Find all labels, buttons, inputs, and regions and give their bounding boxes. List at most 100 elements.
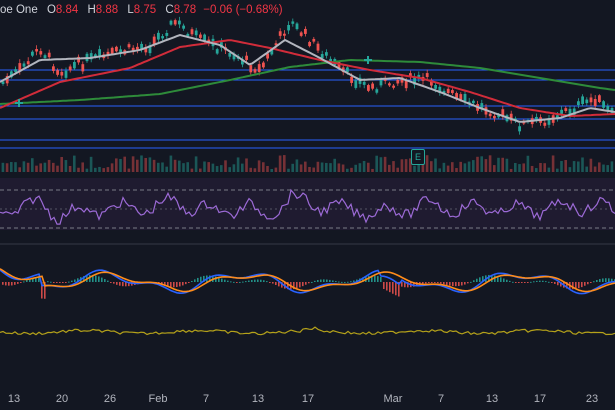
volume-bar [518, 164, 521, 172]
histogram-bar [260, 279, 262, 282]
volume-bar [346, 168, 349, 172]
histogram-bar [113, 282, 115, 284]
volume-bar [438, 168, 441, 172]
candle-body [287, 25, 290, 31]
histogram-bar [98, 276, 100, 282]
candle-body [598, 95, 601, 103]
volume-bar [425, 155, 429, 172]
volume-bar [35, 165, 38, 172]
histogram-bar [254, 279, 256, 282]
histogram-bar [65, 282, 67, 283]
volume-bar [451, 162, 454, 172]
histogram-bar [479, 277, 481, 282]
volume-bar [207, 162, 210, 172]
volume-bar [568, 167, 572, 172]
histogram-bar [344, 281, 346, 283]
volume-bar [329, 163, 332, 172]
histogram-bar [296, 282, 298, 289]
histogram-bar [53, 282, 55, 283]
volume-bar [522, 163, 525, 172]
candle-body [299, 32, 303, 36]
volume-bar [308, 166, 311, 172]
histogram-bar [434, 282, 436, 283]
histogram-bar [17, 282, 19, 284]
candle-body [434, 84, 437, 89]
volume-bar [610, 161, 614, 172]
candle-body [26, 61, 30, 65]
histogram-bar [437, 282, 439, 284]
volume-bar [224, 160, 227, 172]
histogram-bar [374, 275, 376, 282]
histogram-bar [440, 282, 442, 284]
volume-bar [295, 159, 299, 172]
histogram-bar [263, 280, 265, 282]
histogram-bar [545, 281, 547, 283]
volume-bar [22, 161, 26, 172]
histogram-bar [221, 278, 223, 282]
histogram-bar [2, 282, 4, 285]
volume-bar [388, 164, 391, 172]
volume-bar [371, 168, 374, 172]
volume-bar [236, 157, 240, 172]
histogram-bar [527, 282, 529, 283]
candle-body [81, 64, 85, 72]
volume-bar [127, 168, 131, 172]
histogram-bar [179, 282, 181, 287]
histogram-bar [275, 282, 277, 285]
candle-body [295, 23, 299, 30]
volume-bar [215, 166, 219, 172]
histogram-bar [335, 281, 337, 283]
histogram-bar [557, 282, 559, 286]
volume-bar [10, 162, 13, 172]
candle-body [35, 49, 38, 52]
volume-bar [476, 156, 479, 172]
candle-body [161, 36, 164, 39]
volume-bar [299, 164, 303, 172]
volume-bar [430, 161, 433, 172]
stock-chart[interactable] [0, 0, 615, 410]
time-axis: 13 20 26 Feb 7 13 17 Mar 7 13 17 23 [0, 390, 615, 410]
candle-body [278, 31, 282, 36]
volume-bar [484, 159, 488, 172]
volume-bar [379, 157, 383, 172]
candle-body [291, 21, 295, 24]
histogram-bar [227, 280, 229, 282]
candle-body [451, 90, 454, 94]
volume-bar [43, 162, 47, 172]
histogram-bar [170, 282, 172, 288]
x-tick-label: 17 [533, 393, 547, 405]
histogram-bar [302, 282, 304, 287]
volume-bar [383, 156, 387, 172]
volume-bar [119, 158, 122, 172]
earnings-badge[interactable]: E [411, 149, 425, 165]
histogram-bar [101, 277, 103, 282]
candle-body [68, 66, 72, 71]
candle-body [459, 94, 463, 100]
histogram-bar [593, 281, 595, 283]
histogram-bar [461, 282, 463, 286]
volume-bar [560, 161, 563, 172]
volume-bar [274, 167, 278, 172]
histogram-bar [551, 282, 553, 283]
volume-bar [547, 167, 551, 172]
candle-body [253, 69, 257, 73]
histogram-bar [425, 282, 427, 284]
candle-body [73, 61, 76, 69]
histogram-bar [95, 275, 97, 282]
candle-body [304, 28, 307, 34]
volume-bar [417, 164, 420, 172]
volume-bar [270, 168, 273, 172]
histogram-bar [8, 282, 10, 286]
volume-bar [144, 157, 147, 172]
histogram-bar [272, 282, 274, 284]
histogram-bar [518, 282, 520, 283]
candle-body [182, 25, 185, 29]
candle-body [169, 20, 173, 25]
volume-bar [497, 157, 500, 172]
volume-bar [228, 167, 231, 172]
candle-body [228, 52, 232, 57]
volume-bar [148, 157, 152, 172]
candle-body [215, 49, 219, 54]
close-value: 8.78 [173, 4, 197, 16]
histogram-bar [269, 282, 271, 283]
